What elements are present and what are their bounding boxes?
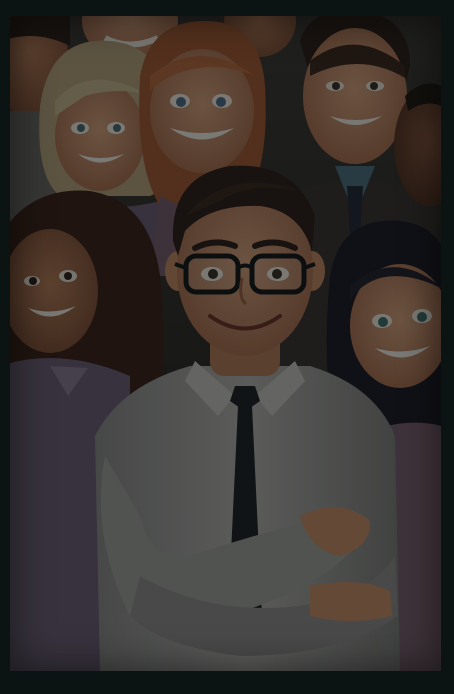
people-illustration (10, 16, 441, 671)
screen-backdrop (0, 0, 454, 694)
dim-overlay (10, 16, 441, 671)
